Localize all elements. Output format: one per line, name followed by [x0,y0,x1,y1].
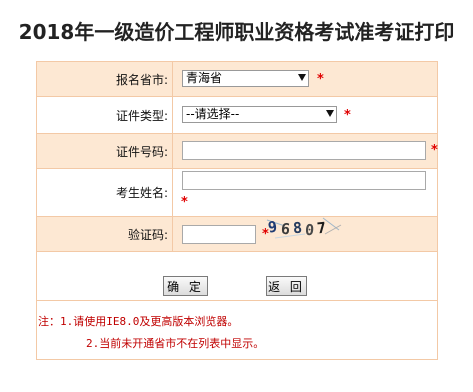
buttons-row [37,251,437,300]
captcha-char: 8 [292,218,303,238]
captcha-char: 0 [304,220,315,240]
province-select-value: 青海省 [186,71,223,85]
name-row: 考生姓名: * [37,168,437,216]
required-mark: * [344,108,351,123]
id-number-input[interactable] [182,141,426,160]
province-select[interactable]: 青海省 [182,70,309,87]
required-mark: * [181,195,188,210]
id-type-row: 证件类型: --请选择-- * [37,96,437,133]
name-label: 考生姓名: [37,169,173,216]
captcha-char: 6 [280,219,291,239]
note-line-1: 注：1.请使用IE8.0及更高版本浏览器。 [38,315,239,328]
notes-row [37,300,437,360]
province-row: 报名省市: 青海省 * [37,62,437,96]
required-mark: * [431,143,438,158]
name-input[interactable] [182,171,426,190]
chevron-down-icon [326,110,334,117]
page-title: 2018年一级造价工程师职业资格考试准考证打印 [18,20,455,44]
chevron-down-icon [298,74,306,81]
id-number-label: 证件号码: [37,134,173,168]
id-type-label: 证件类型: [37,97,173,133]
captcha-image[interactable]: 9 6 8 0 7 [265,216,342,240]
province-label: 报名省市: [37,62,173,96]
captcha-input[interactable] [182,225,256,244]
note-line-2: 2.当前未开通省市不在列表中显示。 [86,337,265,350]
id-type-select-value: --请选择-- [186,107,240,121]
id-number-row: 证件号码: * [37,133,438,168]
required-mark: * [317,72,324,87]
captcha-label: 验证码: [37,217,173,251]
confirm-button[interactable]: 确 定 [163,276,208,296]
id-type-select[interactable]: --请选择-- [182,106,337,123]
back-button[interactable]: 返 回 [266,276,307,296]
captcha-row: 验证码: * [37,216,437,251]
captcha-char: 7 [316,218,327,238]
